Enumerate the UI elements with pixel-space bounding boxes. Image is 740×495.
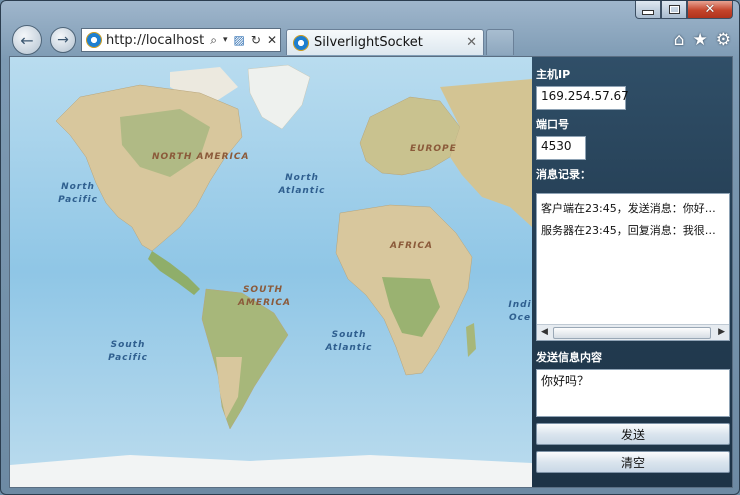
back-arrow-icon: ← — [20, 30, 34, 50]
label-europe: EUROPE — [410, 144, 457, 154]
port-input[interactable]: 4530 — [536, 136, 586, 160]
minimize-button[interactable] — [635, 1, 661, 19]
address-url: http://localhost — [106, 32, 205, 48]
refresh-icon[interactable]: ↻ — [251, 33, 261, 47]
message-log[interactable]: 客户端在23:45，发送消息：你好吗？ 服务器在23:45，回复消息：我很好..… — [536, 193, 730, 341]
world-map[interactable] — [10, 57, 532, 487]
star-icon[interactable]: ★ — [693, 30, 708, 50]
page-content: NORTH AMERICA EUROPE AFRICA SOUTH AMERIC… — [9, 56, 733, 488]
maximize-icon — [668, 5, 680, 14]
clear-button[interactable]: 清空 — [536, 451, 730, 473]
stop-icon[interactable]: ✕ — [267, 33, 277, 47]
search-icon[interactable]: ⌕ — [210, 33, 217, 48]
log-line: 服务器在23:45，回复消息：我很好... — [541, 224, 727, 237]
gear-icon[interactable]: ⚙ — [716, 30, 731, 50]
horizontal-scrollbar[interactable]: ◀ ▶ — [537, 324, 729, 340]
label-south-pacific: South Pacific — [108, 340, 148, 363]
log-label: 消息记录： — [536, 168, 591, 181]
send-content-input[interactable]: 你好吗？ — [536, 369, 730, 417]
dropdown-icon[interactable]: ▾ — [223, 35, 228, 45]
close-icon: ✕ — [704, 2, 716, 17]
port-label: 端口号 — [536, 118, 569, 131]
back-button[interactable]: ← — [12, 25, 42, 55]
label-north-atlantic: North Atlantic — [278, 173, 326, 196]
close-tab-icon[interactable]: ✕ — [466, 35, 477, 50]
label-south-america: SOUTH AMERICA — [238, 285, 291, 308]
label-africa: AFRICA — [390, 241, 433, 251]
address-bar[interactable]: http://localhost ⌕ ▾ ▨ ↻ ✕ — [81, 28, 281, 52]
send-button[interactable]: 发送 — [536, 423, 730, 445]
browser-window: ✕ ← → http://localhost ⌕ ▾ ▨ ↻ ✕ Silverl… — [0, 0, 740, 495]
forward-button[interactable]: → — [50, 27, 76, 53]
tab-silverlightsocket[interactable]: SilverlightSocket ✕ — [286, 29, 484, 55]
scroll-thumb[interactable] — [553, 327, 711, 339]
ie-tab-icon — [293, 34, 309, 51]
home-icon[interactable]: ⌂ — [674, 30, 685, 50]
window-caption-buttons: ✕ — [635, 1, 733, 21]
maximize-button[interactable] — [661, 1, 687, 19]
new-tab-button[interactable] — [486, 29, 514, 55]
scroll-left-icon[interactable]: ◀ — [541, 327, 548, 337]
label-indian-ocean: Indi Oce — [508, 300, 532, 323]
command-icons: ⌂ ★ ⚙ — [674, 30, 731, 50]
close-window-button[interactable]: ✕ — [687, 1, 733, 19]
label-north-america: NORTH AMERICA — [152, 152, 250, 162]
control-panel: 主机IP 169.254.57.67 端口号 4530 消息记录： 客户端在23… — [532, 57, 732, 487]
log-line: 客户端在23:45，发送消息：你好吗？ — [541, 202, 727, 215]
tab-title: SilverlightSocket — [314, 35, 423, 50]
label-south-atlantic: South Atlantic — [325, 330, 373, 353]
send-content-label: 发送信息内容 — [536, 351, 602, 364]
host-ip-input[interactable]: 169.254.57.67 — [536, 86, 629, 110]
scroll-right-icon[interactable]: ▶ — [718, 327, 725, 337]
ie-page-icon — [86, 32, 102, 48]
minimize-icon — [642, 10, 654, 15]
host-ip-label: 主机IP — [536, 68, 571, 81]
compatibility-icon[interactable]: ▨ — [234, 33, 245, 47]
forward-arrow-icon: → — [57, 32, 69, 48]
label-north-pacific: North Pacific — [58, 182, 98, 205]
